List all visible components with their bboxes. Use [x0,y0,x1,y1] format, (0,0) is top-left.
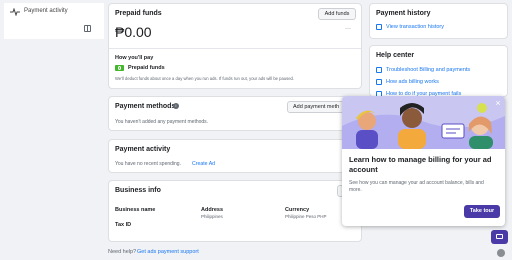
prepaid-balance: ₱0.00 [115,24,152,40]
payment-history-title: Payment history [376,10,431,17]
no-spending-text: You have no recent spending. [115,161,181,167]
activity-icon [10,8,20,16]
payment-method-name: Prepaid funds [128,65,165,71]
currency-value: Philippine Peso PHP [285,214,327,219]
help-center-card: Help center Troubleshoot Billing and pay… [369,45,508,97]
help-item-billing-works[interactable]: How ads billing works [386,79,439,85]
info-icon: i [173,103,179,109]
ads-payment-support-link[interactable]: Get ads payment support [137,249,199,255]
payment-methods-title: Payment methods [115,103,176,110]
collapse-sidebar-icon[interactable] [84,25,91,32]
address-label: Address [201,207,224,213]
close-popup-button[interactable]: × [493,98,503,108]
billing-illustration [342,96,505,149]
billing-tour-popup: × Learn how to manage billing for your a… [342,96,505,226]
business-name-label: Business name [115,207,156,213]
sidebar: Payment activity [4,3,104,39]
address-value: Philippines [201,214,223,219]
prepaid-note: We'll deduct funds about once a day when… [115,76,295,81]
prepaid-badge-icon [115,65,124,71]
globe-icon[interactable] [497,249,505,257]
how-youll-pay-title: How you'll pay [115,55,154,61]
no-payment-methods-text: You haven't added any payment methods. [115,119,209,125]
prepaid-funds-title: Prepaid funds [115,10,162,17]
business-info-title: Business info [115,187,161,194]
payment-methods-card: Payment methods i Add payment meth You h… [108,96,362,131]
transaction-history-icon [376,24,382,30]
help-item-troubleshoot[interactable]: Troubleshoot Billing and payments [386,67,470,73]
payment-activity-card: Payment activity You have no recent spen… [108,139,362,173]
payment-history-card: Payment history View transaction history [369,3,508,39]
add-funds-button[interactable]: Add funds [318,8,356,20]
help-center-title: Help center [376,52,415,59]
chat-icon [496,234,503,239]
help-article-icon [376,67,382,73]
divider [109,48,361,49]
business-info-card: Business info E Business name Address Ph… [108,180,362,242]
prepaid-funds-card: Prepaid funds Add funds ₱0.00 ··· How yo… [108,3,362,89]
help-article-icon [376,79,382,85]
popup-body: See how you can manage your ad account b… [349,180,484,193]
more-options-button[interactable]: ··· [345,26,351,32]
sidebar-item-payment-activity[interactable]: Payment activity [24,8,68,14]
create-ad-link[interactable]: Create Ad [192,161,215,167]
need-help-text: Need help? [108,249,137,255]
currency-label: Currency [285,207,310,213]
payment-activity-title: Payment activity [115,146,171,153]
view-transaction-history-link[interactable]: View transaction history [386,24,444,30]
take-tour-button[interactable]: Take tour [464,205,500,218]
chat-support-button[interactable] [491,230,508,244]
tax-id-label: Tax ID [115,222,132,228]
popup-title: Learn how to manage billing for your ad … [349,155,492,174]
